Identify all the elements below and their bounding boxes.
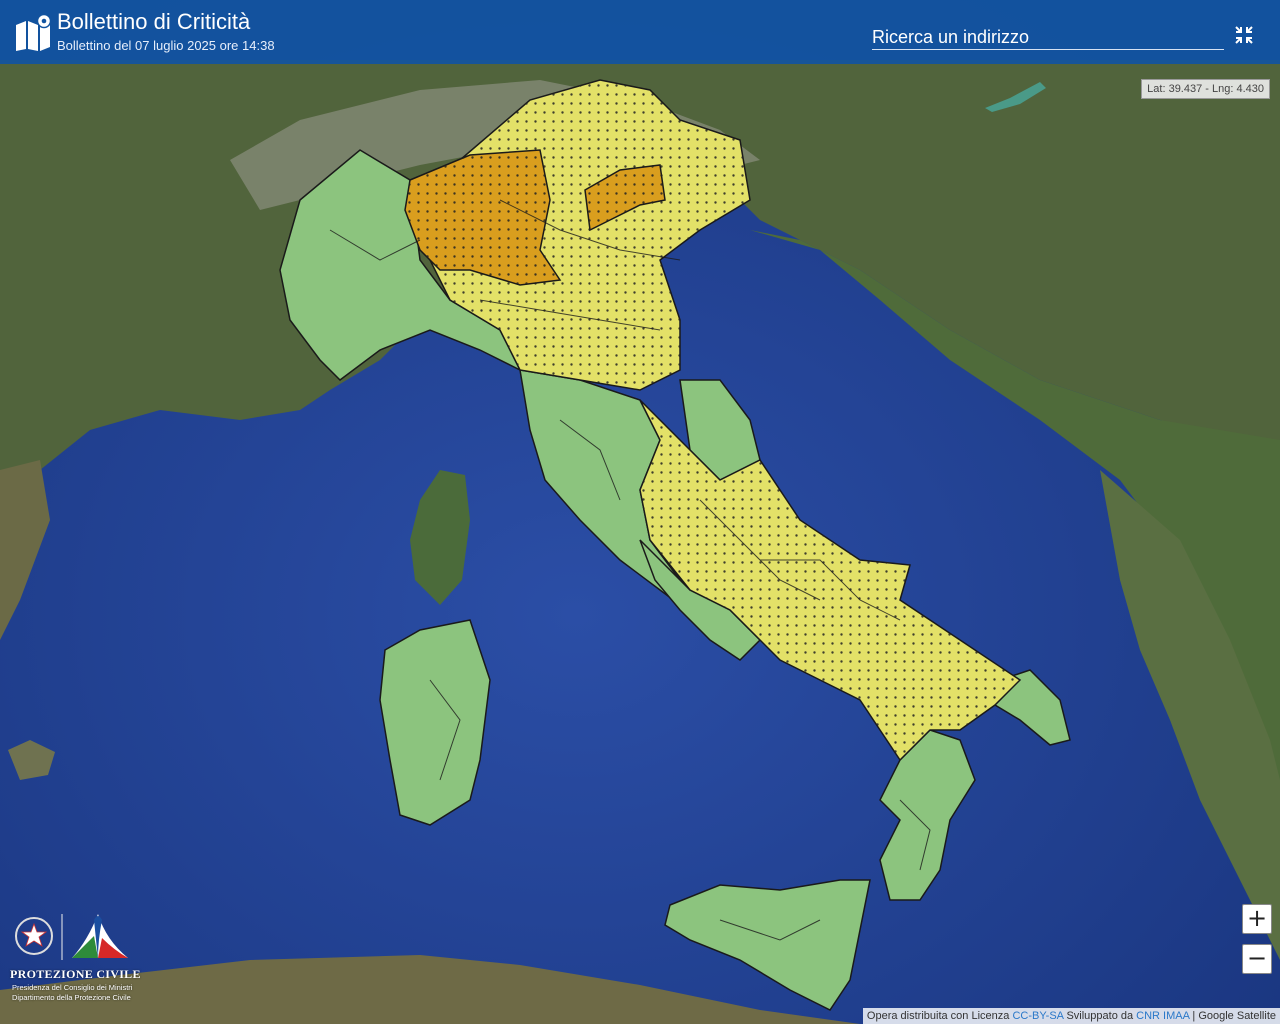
exit-fullscreen-icon[interactable] [1234, 25, 1254, 45]
emblem-icon [15, 914, 128, 960]
zoom-in-button[interactable]: + [1242, 904, 1272, 934]
map-attribution: Opera distribuita con Licenza CC-BY-SA S… [862, 1008, 1280, 1024]
developer-link[interactable]: CNR IMAA [1136, 1010, 1189, 1022]
zoom-out-button[interactable]: − [1242, 944, 1272, 974]
brand-name: PROTEZIONE CIVILE [10, 967, 141, 981]
brand-line-1: Presidenza del Consiglio dei Ministri [12, 983, 133, 992]
protezione-civile-logo: PROTEZIONE CIVILE Presidenza del Consigl… [10, 910, 140, 1010]
coordinates-readout: Lat: 39.437 - Lng: 4.430 [1141, 79, 1270, 99]
attribution-middle: Sviluppato da [1063, 1010, 1137, 1022]
attribution-prefix: Opera distribuita con Licenza [866, 1010, 1013, 1022]
license-link[interactable]: CC-BY-SA [1012, 1010, 1063, 1022]
page-title: Bollettino di Criticità [57, 9, 251, 34]
attribution-suffix: | Google Satellite [1189, 1010, 1276, 1022]
satellite-map[interactable] [0, 0, 1280, 1024]
bulletin-date: Bollettino del 07 luglio 2025 ore 14:38 [57, 38, 275, 53]
map-pin-icon [16, 13, 52, 51]
brand-line-2: Dipartimento della Protezione Civile [12, 993, 131, 1002]
address-search-input[interactable] [872, 25, 1224, 50]
app-header: Bollettino di Criticità Bollettino del 0… [0, 0, 1280, 64]
